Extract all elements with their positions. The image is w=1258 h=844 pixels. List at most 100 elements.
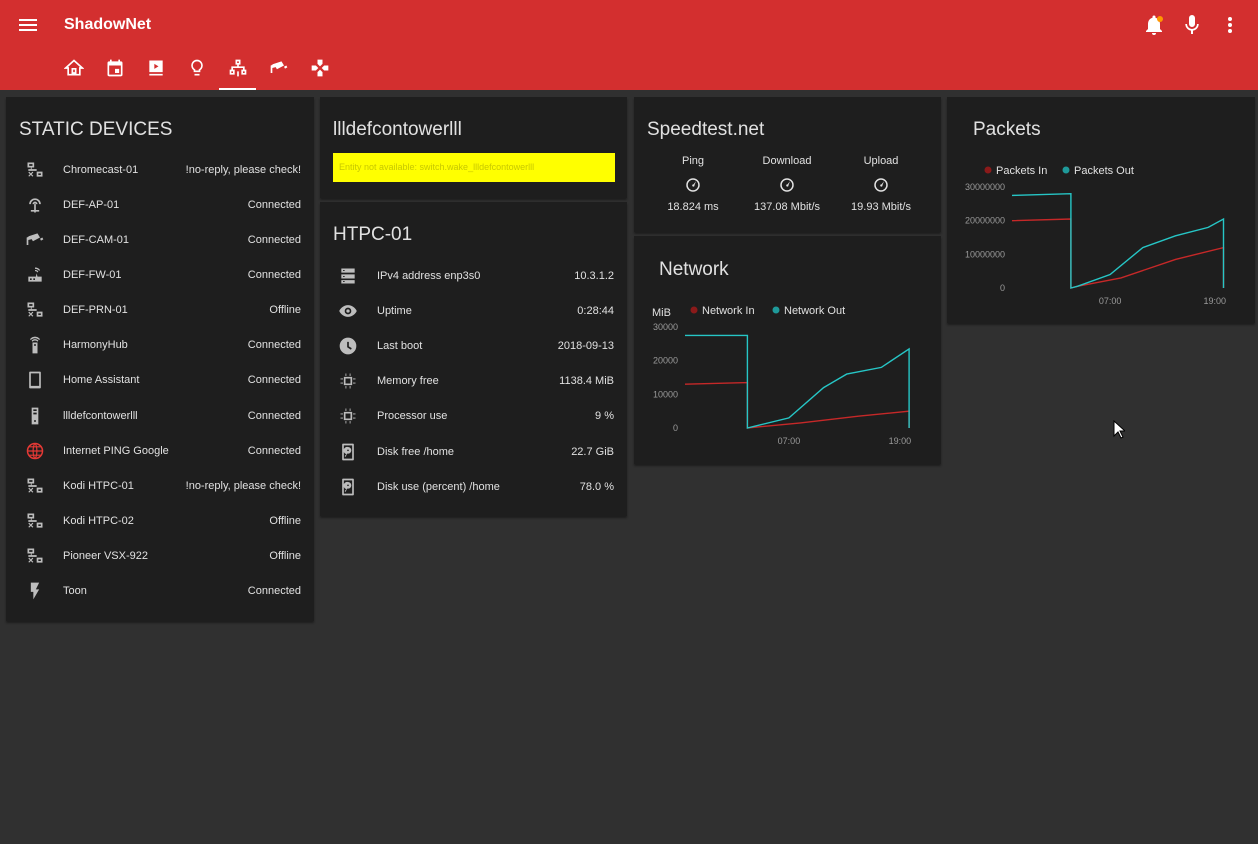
camera-icon xyxy=(269,58,289,83)
legend-label[interactable]: Network Out xyxy=(784,305,845,317)
device-row[interactable]: Toon Connected xyxy=(6,574,314,609)
gauge-icon xyxy=(684,176,702,194)
device-row[interactable]: Kodi HTPC-01 !no-reply, please check! xyxy=(6,468,314,503)
device-name: Home Assistant xyxy=(63,374,140,387)
lightbulb-icon xyxy=(187,58,207,83)
device-name: Toon xyxy=(63,585,87,598)
tab-network[interactable] xyxy=(217,50,258,90)
device-name: Kodi HTPC-01 xyxy=(63,479,134,492)
device-state: Connected xyxy=(247,268,301,281)
sensor-row[interactable]: IPv4 address enp3s0 10.3.1.2 xyxy=(320,258,627,293)
sensor-row[interactable]: Memory free 1138.4 MiB xyxy=(320,364,627,399)
router-icon xyxy=(23,263,47,287)
sensor-value: 9 % xyxy=(595,410,614,423)
clock-icon xyxy=(336,334,360,358)
y-tick-label: 10000 xyxy=(653,389,678,399)
sensor-row[interactable]: Disk free /home 22.7 GiB xyxy=(320,434,627,469)
legend-marker[interactable] xyxy=(772,306,780,314)
x-tick-label: 19:00 xyxy=(1203,296,1226,306)
device-row[interactable]: DEF-CAM-01 Connected xyxy=(6,222,314,257)
sensor-name: Processor use xyxy=(377,410,448,423)
speedtest-value: 137.08 Mbit/s xyxy=(753,201,821,213)
device-row[interactable]: Chromecast-01 !no-reply, please check! xyxy=(6,152,314,187)
sensor-row[interactable]: Processor use 9 % xyxy=(320,399,627,434)
more-vert-icon[interactable] xyxy=(1218,13,1242,37)
harddisk-icon xyxy=(336,440,360,464)
legend-label[interactable]: Network In xyxy=(702,305,755,317)
device-row[interactable]: Pioneer VSX-922 Offline xyxy=(6,539,314,574)
tab-home[interactable] xyxy=(53,50,94,90)
menu-icon[interactable] xyxy=(16,13,40,37)
microphone-icon[interactable] xyxy=(1180,13,1204,37)
x-tick-label: 07:00 xyxy=(778,436,801,446)
device-state: Connected xyxy=(247,444,301,457)
card-title: Speedtest.net xyxy=(647,119,765,140)
legend-label[interactable]: Packets In xyxy=(996,165,1047,177)
sensor-value: 78.0 % xyxy=(579,480,614,493)
htpc-card: HTPC-01 IPv4 address enp3s0 10.3.1.2 Uptim… xyxy=(320,202,627,516)
device-row[interactable]: Home Assistant Connected xyxy=(6,363,314,398)
speedtest-sensor[interactable]: Download 137.08 Mbit/s xyxy=(742,155,832,213)
device-row[interactable]: Internet PING Google Connected xyxy=(6,433,314,468)
device-row[interactable]: DEF-AP-01 Connected xyxy=(6,187,314,222)
network-chart: 30000 20000 10000 0 07:00 19:00 MiB Network In N… xyxy=(652,305,912,446)
series-line xyxy=(1011,218,1225,289)
speedtest-value: 19.93 Mbit/s xyxy=(851,201,911,213)
device-name: DEF-PRN-01 xyxy=(63,304,128,317)
speedtest-label: Upload xyxy=(863,155,899,167)
tab-lights[interactable] xyxy=(176,50,217,90)
static-devices-card: STATIC DEVICES Chromecast-01 !no-reply, p… xyxy=(6,97,314,621)
y-tick-label: 30000000 xyxy=(965,182,1005,192)
device-state: !no-reply, please check! xyxy=(185,479,301,492)
speedtest-sensor[interactable]: Upload 19.93 Mbit/s xyxy=(836,155,926,213)
app-title: ShadowNet xyxy=(64,16,152,33)
speedtest-label: Ping xyxy=(681,155,705,167)
tab-calendar[interactable] xyxy=(94,50,135,90)
chip-icon xyxy=(336,404,360,428)
card-title: llldefcontowerlll xyxy=(333,119,462,140)
speedtest-sensor[interactable]: Ping 18.824 ms xyxy=(648,155,738,213)
device-row[interactable]: Kodi HTPC-02 Offline xyxy=(6,504,314,539)
card-title: STATIC DEVICES xyxy=(19,119,173,140)
tab-cameras[interactable] xyxy=(258,50,299,90)
legend-marker[interactable] xyxy=(1062,166,1070,174)
device-row[interactable]: DEF-FW-01 Connected xyxy=(6,257,314,292)
tab-games[interactable] xyxy=(299,50,340,90)
speedtest-label: Download xyxy=(762,155,812,167)
sensor-row[interactable]: Last boot 2018-09-13 xyxy=(320,328,627,363)
device-name: DEF-AP-01 xyxy=(63,198,120,211)
device-name: Pioneer VSX-922 xyxy=(63,550,148,563)
lan-disconnect-icon xyxy=(23,298,47,322)
sensor-row[interactable]: Disk use (percent) /home 78.0 % xyxy=(320,469,627,504)
mouse-cursor-icon xyxy=(1113,419,1127,445)
tab-media[interactable] xyxy=(135,50,176,90)
notifications-icon[interactable] xyxy=(1142,13,1166,37)
device-row[interactable]: llldefcontowerlll Connected xyxy=(6,398,314,433)
sensor-name: Last boot xyxy=(377,339,423,352)
x-tick-label: 19:00 xyxy=(889,436,912,446)
device-state: Connected xyxy=(247,198,301,211)
eye-icon xyxy=(336,299,360,323)
cctv-icon xyxy=(23,228,47,252)
network-card: Network 30000 20000 10000 0 07:00 19:00 MiB Net… xyxy=(634,236,941,464)
legend-label[interactable]: Packets Out xyxy=(1074,165,1134,177)
legend-marker[interactable] xyxy=(984,166,992,174)
notification-badge xyxy=(1157,16,1163,22)
device-row[interactable]: DEF-PRN-01 Offline xyxy=(6,293,314,328)
sensor-value: 0:28:44 xyxy=(577,304,614,317)
packets-card: Packets 30000000 20000000 10000000 0 07:00 19… xyxy=(947,97,1255,323)
server-icon xyxy=(336,264,360,288)
sensor-name: Memory free xyxy=(377,375,439,388)
sensor-name: Disk free /home xyxy=(377,445,455,458)
sensor-row[interactable]: Uptime 0:28:44 xyxy=(320,293,627,328)
device-row[interactable]: HarmonyHub Connected xyxy=(6,328,314,363)
tower-card: llldefcontowerlll Entity not available: … xyxy=(320,97,627,198)
y-tick-label: 20000 xyxy=(653,356,678,366)
chip-icon xyxy=(336,369,360,393)
legend-marker[interactable] xyxy=(690,306,698,314)
sensor-name: Disk use (percent) /home xyxy=(377,480,500,493)
gauge-icon xyxy=(778,176,796,194)
device-state: Offline xyxy=(269,304,301,317)
device-state: !no-reply, please check! xyxy=(185,163,301,176)
tablet-icon xyxy=(23,368,47,392)
